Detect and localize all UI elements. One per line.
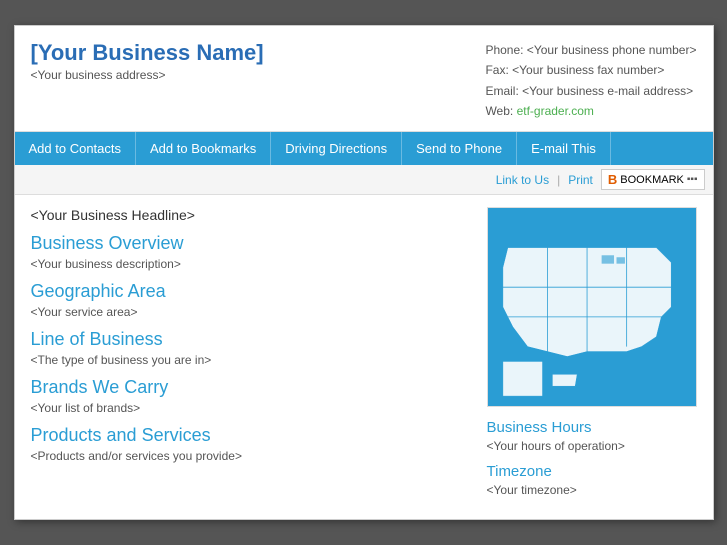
section-desc-3: <Your list of brands> [31,401,471,415]
business-headline: <Your Business Headline> [31,207,471,223]
map-svg [488,208,696,406]
phone-info: Phone: <Your business phone number> [485,40,696,60]
header-left: [Your Business Name] <Your business addr… [31,40,264,82]
fax-info: Fax: <Your business fax number> [485,60,696,80]
main-content: <Your Business Headline> Business Overvi… [15,195,713,519]
page-wrapper: [Your Business Name] <Your business addr… [14,25,714,521]
us-map [487,207,697,407]
content-left: <Your Business Headline> Business Overvi… [31,207,471,507]
section-title-1: Geographic Area [31,281,471,302]
toolbar-separator: | [557,173,560,187]
section-title-0: Business Overview [31,233,471,254]
bookmark-icon: B [608,172,617,187]
header: [Your Business Name] <Your business addr… [15,26,713,133]
web-link[interactable]: etf-grader.com [517,104,594,118]
timezone-title: Timezone [487,463,697,480]
link-to-us[interactable]: Link to Us [496,173,549,187]
email-info: Email: <Your business e-mail address> [485,81,696,101]
nav-driving-directions[interactable]: Driving Directions [271,132,402,165]
section-title-2: Line of Business [31,329,471,350]
header-right: Phone: <Your business phone number> Fax:… [485,40,696,122]
web-info: Web: etf-grader.com [485,101,696,121]
section-title-3: Brands We Carry [31,377,471,398]
section-desc-2: <The type of business you are in> [31,353,471,367]
nav-add-contacts[interactable]: Add to Contacts [15,132,137,165]
section-title-4: Products and Services [31,425,471,446]
section-desc-0: <Your business description> [31,257,471,271]
section-desc-1: <Your service area> [31,305,471,319]
business-name: [Your Business Name] [31,40,264,66]
business-hours-desc: <Your hours of operation> [487,439,697,453]
web-label: Web: [485,104,516,118]
nav-add-bookmarks[interactable]: Add to Bookmarks [136,132,271,165]
bookmark-widget[interactable]: B BOOKMARK ▪▪▪ [601,169,705,190]
nav-bar: Add to Contacts Add to Bookmarks Driving… [15,132,713,165]
section-desc-4: <Products and/or services you provide> [31,449,471,463]
business-address: <Your business address> [31,68,264,82]
bookmark-label: BOOKMARK [620,174,684,186]
nav-send-to-phone[interactable]: Send to Phone [402,132,517,165]
toolbar-row: Link to Us | Print B BOOKMARK ▪▪▪ [15,165,713,195]
print-link[interactable]: Print [568,173,593,187]
bookmark-extra-icons: ▪▪▪ [687,174,698,185]
content-right: Business Hours <Your hours of operation>… [487,207,697,507]
nav-email-this[interactable]: E-mail This [517,132,611,165]
business-hours-title: Business Hours [487,419,697,436]
timezone-desc: <Your timezone> [487,483,697,497]
